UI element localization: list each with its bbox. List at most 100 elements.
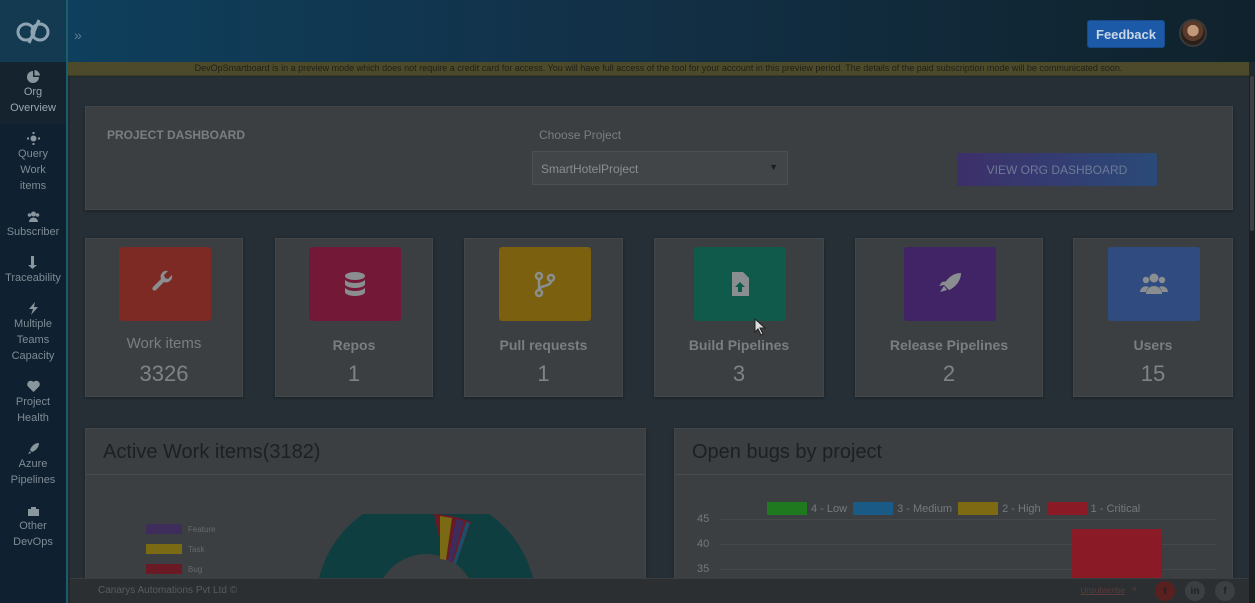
legend-item[interactable]: Bug	[146, 559, 226, 579]
sidebar-item-azure-pipelines[interactable]: Azure Pipelines	[0, 434, 66, 496]
open-bugs-panel: Open bugs by project 4 - Low 3 - Medium 2 …	[674, 428, 1233, 588]
legend-swatch	[146, 564, 182, 574]
legend-label: 3 - Medium	[897, 502, 953, 515]
gridline	[719, 519, 1216, 520]
avatar[interactable]	[1179, 19, 1207, 47]
toolbox-icon	[26, 503, 40, 517]
preview-notice: DevOpSmartboard is in a preview mode whi…	[68, 62, 1249, 76]
legend-swatch	[146, 544, 182, 554]
sidebar-item-label: DevOps	[13, 536, 53, 548]
active-work-items-panel: Active Work items(3182) FeatureTaskBugUs…	[85, 428, 646, 588]
legend-item[interactable]: Feature	[146, 519, 226, 539]
sidebar-item-multiple-teams-capacity[interactable]: Multiple Teams Capacity	[0, 294, 66, 372]
sidebar-item-label: Multiple	[14, 318, 52, 330]
sidebar-item-query-work-items[interactable]: Query Work items	[0, 124, 66, 202]
sidebar-item-label: Project	[15, 396, 51, 408]
users-icon	[1108, 247, 1200, 321]
sidebar-item-label: Pipelines	[10, 474, 56, 486]
sidebar-item-label: Traceability	[5, 272, 61, 284]
stat-label: Pull requests	[499, 337, 588, 353]
sidebar-item-other-devops[interactable]: Other DevOps	[0, 496, 66, 558]
stat-card-users[interactable]: Users 15	[1073, 238, 1233, 397]
sidebar-item-project-health[interactable]: Project Health	[0, 372, 66, 434]
legend-item[interactable]: Task	[146, 539, 226, 559]
logo-icon	[16, 19, 50, 44]
rocket-icon	[904, 247, 996, 321]
sidebar-item-label: Overview	[10, 102, 56, 114]
stat-card-pull-requests[interactable]: Pull requests 1	[464, 238, 623, 397]
stat-label: Work items	[126, 335, 202, 352]
active-work-items-title: Active Work items(3182)	[103, 441, 321, 463]
scrollbar[interactable]	[1249, 76, 1255, 603]
stat-value: 1	[537, 361, 550, 386]
topbar: » Feedback	[68, 0, 1255, 62]
feedback-button[interactable]: Feedback	[1087, 20, 1165, 48]
legend-label: 1 - Critical	[1090, 502, 1141, 515]
donut-segment-user-story[interactable]	[316, 514, 536, 588]
stat-value: 15	[1140, 361, 1166, 386]
y-tick-label: 35	[697, 563, 710, 575]
stat-label: Repos	[332, 337, 376, 353]
legend-swatch	[146, 524, 182, 534]
open-bugs-title: Open bugs by project	[692, 441, 883, 463]
stat-label: Release Pipelines	[889, 337, 1009, 353]
linkedin-icon[interactable]: in	[1185, 581, 1205, 601]
legend-label: Task	[188, 544, 205, 554]
pie-chart-icon	[26, 69, 40, 83]
file-upload-icon	[694, 247, 786, 321]
sidebar-item-label: Capacity	[11, 350, 55, 362]
divider	[86, 474, 645, 475]
sidebar-item-label: Health	[17, 412, 49, 424]
sidebar-item-label: Other	[19, 520, 47, 532]
selected-project: SmartHotelProject	[541, 162, 639, 176]
sidebar-item-label: Azure	[18, 458, 48, 470]
expand-sidebar-icon[interactable]: »	[74, 27, 82, 43]
project-dashboard-panel: PROJECT DASHBOARD Choose Project SmartHo…	[85, 106, 1233, 210]
legend-swatch	[958, 502, 999, 515]
legend-label: 4 - Low	[811, 502, 848, 515]
view-org-dashboard-button[interactable]: VIEW ORG DASHBOARD	[957, 153, 1157, 186]
caret-down-icon: ▼	[769, 162, 778, 172]
stat-value: 3	[732, 361, 746, 386]
unsubscribe-link[interactable]: Unsubscribe	[1081, 586, 1125, 595]
legend-item[interactable]: 4 - Low	[767, 502, 847, 515]
legend-item[interactable]: 2 - High	[958, 502, 1041, 515]
stat-value: 2	[942, 361, 956, 386]
legend-item[interactable]: 3 - Medium	[853, 502, 952, 515]
mouse-cursor-icon	[754, 318, 767, 336]
y-tick-label: 40	[697, 538, 710, 550]
choose-project-label: Choose Project	[539, 128, 622, 142]
sidebar-item-label: items	[19, 180, 47, 192]
open-bugs-legend: 4 - Low 3 - Medium 2 - High 1 - Critical	[767, 502, 1146, 515]
sidebar-item-label: Work	[20, 164, 46, 176]
project-select[interactable]: SmartHotelProject ▼	[532, 151, 788, 185]
gear-icon	[26, 131, 40, 145]
sidebar: Org Overview Query Work items Subscriber Trace…	[0, 0, 68, 603]
sidebar-item-org-overview[interactable]: Org Overview	[0, 62, 66, 124]
sidebar-item-label: Org	[23, 86, 43, 98]
legend-item[interactable]: 1 - Critical	[1046, 502, 1141, 515]
legend-swatch	[767, 502, 807, 515]
wrench-icon	[119, 247, 211, 321]
rocket-icon	[26, 441, 40, 455]
facebook-icon[interactable]: f	[1215, 581, 1235, 601]
stat-card-work-items[interactable]: Work items 3326	[85, 238, 243, 397]
legend-swatch	[853, 502, 894, 515]
sidebar-item-subscriber[interactable]: Subscriber	[0, 202, 66, 248]
bolt-icon	[26, 301, 40, 315]
users-icon	[26, 209, 40, 223]
database-icon	[309, 247, 401, 321]
close-icon[interactable]: ×	[1132, 584, 1137, 594]
stat-label: Users	[1133, 337, 1173, 353]
stat-card-repos[interactable]: Repos 1	[275, 238, 433, 397]
twitter-icon[interactable]: t	[1155, 581, 1175, 601]
sidebar-item-traceability[interactable]: Traceability	[0, 248, 66, 294]
branch-icon	[499, 247, 591, 321]
legend-label: Bug	[188, 564, 203, 574]
app-logo[interactable]	[0, 0, 66, 62]
main-content: PROJECT DASHBOARD Choose Project SmartHo…	[70, 77, 1249, 588]
stat-card-build-pipelines[interactable]: Build Pipelines 3	[654, 238, 824, 397]
stat-card-release-pipelines[interactable]: Release Pipelines 2	[855, 238, 1043, 397]
scrollbar-thumb[interactable]	[1250, 76, 1254, 231]
stat-label: Build Pipelines	[688, 337, 790, 353]
